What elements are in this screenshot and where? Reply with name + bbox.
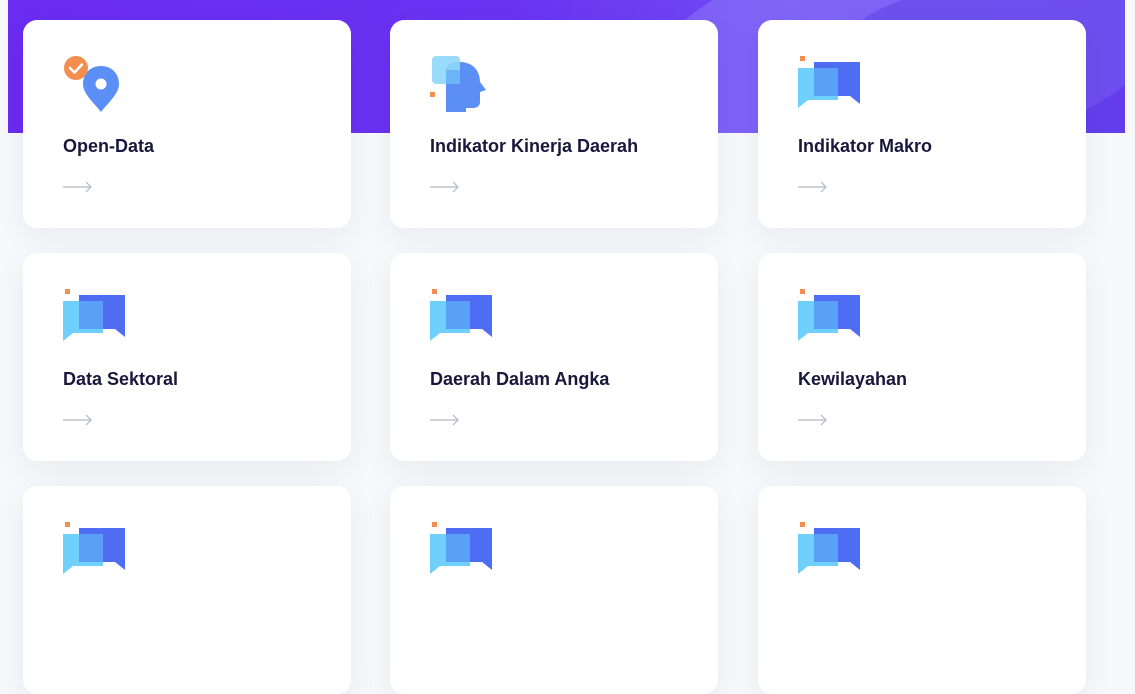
card-title: Open-Data bbox=[63, 136, 155, 156]
arrow-right-icon[interactable] bbox=[63, 180, 93, 194]
card-partial[interactable] bbox=[390, 486, 718, 694]
chat-bubbles-icon bbox=[798, 56, 860, 108]
card-partial[interactable] bbox=[758, 486, 1086, 694]
chat-bubbles-icon bbox=[63, 289, 125, 341]
chat-bubbles-icon bbox=[430, 522, 492, 574]
card-title: Indikator Makro bbox=[798, 136, 933, 156]
location-check-icon bbox=[64, 56, 119, 112]
card-title: Data Sektoral bbox=[63, 369, 179, 389]
card-title: Daerah Dalam Angka bbox=[430, 369, 610, 389]
card-data-sektoral[interactable]: Data Sektoral bbox=[23, 253, 351, 461]
head-profile-icon bbox=[430, 56, 486, 112]
card-daerah-dalam-angka[interactable]: Daerah Dalam Angka bbox=[390, 253, 718, 461]
arrow-right-icon[interactable] bbox=[798, 180, 828, 194]
arrow-right-icon[interactable] bbox=[430, 413, 460, 427]
card-title: Kewilayahan bbox=[798, 369, 908, 389]
card-kewilayahan[interactable]: Kewilayahan bbox=[758, 253, 1086, 461]
card-title: Indikator Kinerja Daerah bbox=[430, 136, 639, 156]
arrow-right-icon[interactable] bbox=[63, 413, 93, 427]
arrow-right-icon[interactable] bbox=[798, 413, 828, 427]
chat-bubbles-icon bbox=[430, 289, 492, 341]
arrow-right-icon[interactable] bbox=[430, 180, 460, 194]
card-indikator-kinerja-daerah[interactable]: Indikator Kinerja Daerah bbox=[390, 20, 718, 228]
card-open-data[interactable]: Open-Data bbox=[23, 20, 351, 228]
chat-bubbles-icon bbox=[798, 522, 860, 574]
chat-bubbles-icon bbox=[63, 522, 125, 574]
card-partial[interactable] bbox=[23, 486, 351, 694]
card-indikator-makro[interactable]: Indikator Makro bbox=[758, 20, 1086, 228]
chat-bubbles-icon bbox=[798, 289, 860, 341]
